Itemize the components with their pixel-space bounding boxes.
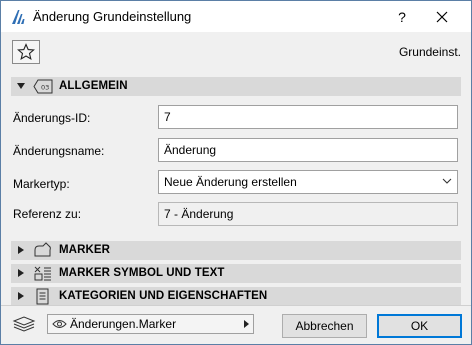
symbol-text-icon — [34, 266, 51, 281]
star-icon — [17, 43, 35, 61]
expand-arrow-icon — [18, 292, 24, 300]
change-name-label: Änderungsname: — [13, 144, 105, 158]
archicad-app-icon — [12, 10, 25, 24]
expand-arrow-icon — [18, 246, 24, 254]
close-icon — [436, 11, 448, 23]
eye-icon — [52, 320, 67, 328]
section-title-marker-symbol: MARKER SYMBOL UND TEXT — [59, 267, 225, 279]
section-title-categories: KATEGORIEN UND EIGENSCHAFTEN — [59, 290, 268, 302]
change-id-label: Änderungs-ID: — [13, 111, 91, 125]
collapse-arrow-icon — [17, 83, 25, 89]
marker-type-value: Neue Änderung erstellen — [164, 175, 297, 189]
reference-label: Referenz zu: — [13, 207, 82, 221]
cancel-button[interactable]: Abbrechen — [282, 314, 367, 338]
dialog-window: Änderung Grundeinstellung ? Grundeinst. … — [0, 0, 472, 345]
section-title-marker: MARKER — [59, 244, 111, 256]
marker-type-label: Markertyp: — [13, 177, 70, 191]
tag-id-icon: 03 — [33, 79, 53, 94]
marker-type-select[interactable]: Neue Änderung erstellen — [158, 170, 458, 194]
layer-name: Änderungen.Marker — [70, 317, 177, 331]
section-header-marker[interactable]: MARKER — [11, 241, 461, 260]
close-button[interactable] — [427, 6, 457, 28]
marker-shape-icon — [34, 242, 51, 257]
reference-value: 7 - Änderung — [158, 202, 458, 226]
section-header-marker-symbol[interactable]: MARKER SYMBOL UND TEXT — [11, 264, 461, 283]
tag-id-badge: 03 — [41, 84, 49, 92]
change-id-input[interactable]: 7 — [158, 105, 458, 129]
footer-divider — [1, 305, 471, 306]
dialog-title: Änderung Grundeinstellung — [33, 9, 192, 24]
preset-label: Grundeinst. — [398, 45, 461, 59]
section-header-general[interactable]: 03 ALLGEMEIN — [11, 77, 461, 96]
favorites-button[interactable] — [12, 40, 40, 64]
ok-button[interactable]: OK — [377, 314, 462, 338]
section-title-general: ALLGEMEIN — [59, 80, 128, 92]
chevron-right-icon — [244, 320, 249, 328]
title-bar: Änderung Grundeinstellung ? — [1, 1, 471, 32]
chevron-down-icon — [442, 178, 452, 184]
change-name-input[interactable]: Änderung — [158, 138, 458, 162]
help-button[interactable]: ? — [387, 6, 417, 28]
layer-selector[interactable]: Änderungen.Marker — [47, 314, 254, 334]
document-list-icon — [36, 288, 49, 305]
expand-arrow-icon — [18, 269, 24, 277]
section-header-categories[interactable]: KATEGORIEN UND EIGENSCHAFTEN — [11, 287, 461, 306]
layers-icon — [12, 316, 36, 332]
